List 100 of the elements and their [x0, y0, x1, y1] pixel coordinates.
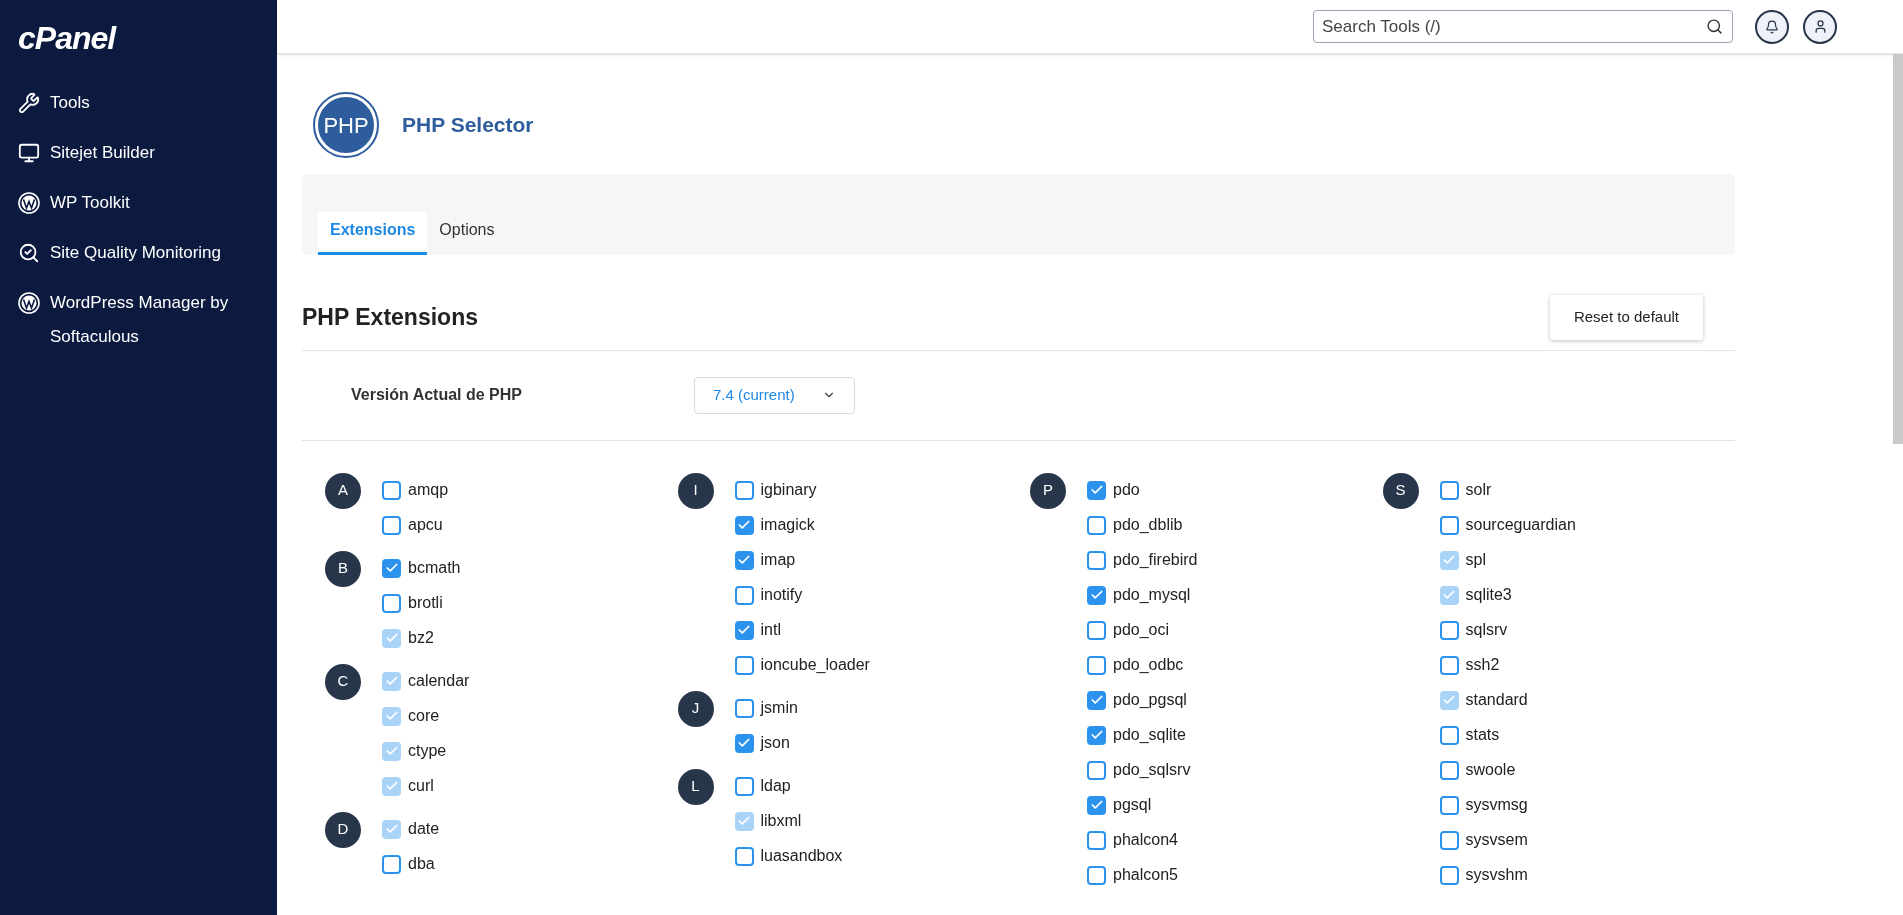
tools-icon [18, 92, 40, 114]
search-field[interactable]: Search Tools (/) [1313, 10, 1733, 43]
extension-label: pdo_odbc [1113, 655, 1184, 675]
scrollbar-thumb[interactable] [1893, 54, 1903, 444]
checkbox[interactable] [1087, 865, 1106, 885]
extension-label: sysvsem [1465, 830, 1528, 850]
checkbox[interactable] [382, 480, 401, 500]
letter-badge: C [325, 663, 361, 700]
checkbox[interactable] [1087, 585, 1106, 605]
extension-label: sysvmsg [1465, 795, 1528, 815]
user-icon [1812, 19, 1828, 34]
extension-label: pdo_mysql [1113, 585, 1191, 605]
checkbox[interactable] [1087, 760, 1106, 780]
check-icon [384, 631, 399, 645]
check-icon [1089, 483, 1104, 497]
checkbox[interactable] [734, 733, 754, 753]
letter-badge: J [677, 690, 714, 727]
check-icon [737, 518, 751, 532]
checkbox[interactable] [1439, 725, 1459, 745]
extension-label: amqp [408, 480, 449, 500]
checkbox[interactable] [734, 846, 754, 866]
checkbox[interactable] [1087, 550, 1106, 570]
checkbox[interactable] [382, 854, 401, 874]
extension-label: phalcon5 [1113, 865, 1178, 885]
checkbox[interactable] [1439, 655, 1459, 675]
extension-label: pdo_pgsql [1113, 690, 1187, 710]
checkbox[interactable] [734, 776, 754, 796]
extension-label: imap [760, 550, 796, 570]
checkbox[interactable] [1087, 515, 1106, 535]
letter-badge: D [325, 811, 361, 848]
checkbox[interactable] [734, 655, 754, 675]
notifications-button[interactable] [1755, 9, 1789, 44]
user-button[interactable] [1803, 9, 1837, 44]
extension-label: pdo_sqlite [1113, 725, 1186, 745]
check-icon [1442, 553, 1456, 567]
extension-label: apcu [408, 515, 443, 535]
version-dropdown[interactable]: 7.4 (current) [694, 376, 855, 414]
extension-label: pdo_dblib [1113, 515, 1183, 535]
check-icon [737, 553, 751, 567]
extension-label: libxml [760, 811, 802, 831]
section-title: PHP Extensions [302, 303, 478, 332]
extension-label: calendar [408, 671, 470, 691]
letter-badge: S [1382, 472, 1419, 509]
extension-label: pdo_sqlsrv [1113, 760, 1191, 780]
extension-label: ssh2 [1465, 655, 1500, 675]
checkbox[interactable] [1087, 795, 1106, 815]
tab[interactable]: Extensions [318, 212, 428, 255]
extension-label: pdo [1113, 480, 1140, 500]
check-icon [384, 561, 399, 575]
extension-label: pgsql [1113, 795, 1152, 815]
cpanel-logo: cPanel [17, 19, 118, 58]
checkbox[interactable] [382, 515, 401, 535]
letter-badge: P [1030, 472, 1066, 509]
checkbox[interactable] [382, 593, 401, 613]
tab[interactable]: Options [427, 212, 507, 255]
checkbox[interactable] [1087, 690, 1106, 710]
check-icon [1442, 588, 1456, 602]
monitor-icon [18, 142, 40, 164]
checkbox[interactable] [734, 620, 754, 640]
checkbox[interactable] [1439, 620, 1459, 640]
check-icon [1089, 588, 1104, 602]
checkbox[interactable] [1087, 655, 1106, 675]
checkbox[interactable] [1439, 865, 1459, 885]
check-icon [737, 736, 751, 750]
check-icon [737, 623, 751, 637]
check-icon [1089, 693, 1104, 707]
extension-label: solr [1465, 480, 1492, 500]
checkbox[interactable] [1087, 620, 1106, 640]
bell-icon [1765, 19, 1779, 34]
checkbox[interactable] [1087, 830, 1106, 850]
checkbox[interactable] [734, 550, 754, 570]
checkbox[interactable] [734, 515, 754, 535]
reset-button[interactable]: Reset to default [1549, 295, 1703, 340]
extension-label: date [408, 819, 440, 839]
extension-label: phalcon4 [1113, 830, 1178, 850]
search-icon [1706, 18, 1723, 35]
checkbox[interactable] [1439, 830, 1459, 850]
checkbox[interactable] [734, 585, 754, 605]
checkbox[interactable] [1087, 480, 1106, 500]
check-icon [384, 709, 399, 723]
checkbox[interactable] [734, 480, 754, 500]
extension-label: igbinary [760, 480, 817, 500]
checkbox[interactable] [1439, 480, 1459, 500]
check-icon [384, 779, 399, 793]
extension-label: ioncube_loader [760, 655, 870, 675]
checkbox[interactable] [1439, 760, 1459, 780]
checkbox[interactable] [1087, 725, 1106, 745]
extension-label: core [408, 706, 440, 726]
extension-label: intl [760, 620, 781, 640]
wordpress-icon [18, 192, 40, 214]
letter-badge: L [677, 768, 714, 805]
checkbox[interactable] [1439, 795, 1459, 815]
extension-label: luasandbox [760, 846, 843, 866]
extension-label: pdo_oci [1113, 620, 1170, 640]
checkbox[interactable] [382, 558, 401, 578]
checkbox[interactable] [734, 698, 754, 718]
letter-badge: I [677, 472, 714, 509]
checkbox[interactable] [1439, 515, 1459, 535]
extension-label: swoole [1465, 760, 1516, 780]
extension-label: stats [1465, 725, 1500, 745]
